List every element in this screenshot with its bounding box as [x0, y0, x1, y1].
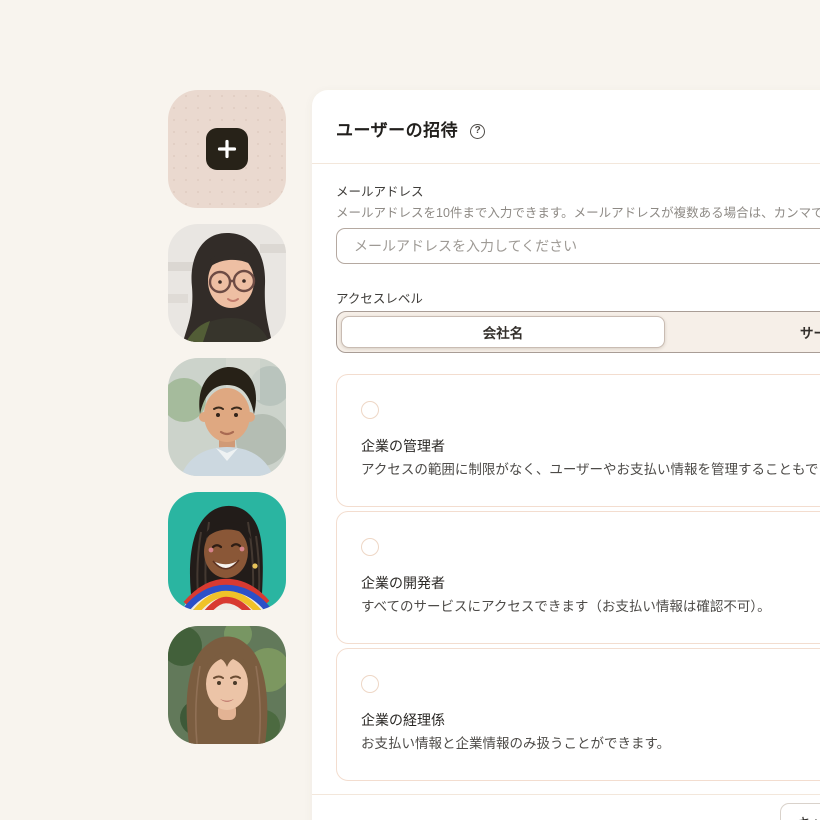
- option-company-accountant[interactable]: 企業の経理係 お支払い情報と企業情報のみ扱うことができます。: [336, 648, 820, 781]
- header-divider: [312, 163, 820, 164]
- option-company-developer[interactable]: 企業の開発者 すべてのサービスにアクセスできます（お支払い情報は確認不可）。: [336, 511, 820, 644]
- page-background: ユーザーの招待 ? メールアドレス メールアドレスを10件まで入力できます。メー…: [0, 0, 820, 820]
- radio-company-admin[interactable]: [361, 401, 379, 419]
- option-description: すべてのサービスにアクセスできます（お支払い情報は確認不可）。: [361, 597, 820, 617]
- option-description: アクセスの範囲に制限がなく、ユーザーやお支払い情報を管理することもできます。: [361, 460, 820, 480]
- tab-company[interactable]: 会社名: [341, 316, 665, 348]
- tab-service[interactable]: サービス: [665, 316, 820, 348]
- org-sidebar: [168, 90, 286, 744]
- cancel-button[interactable]: キャンセル: [780, 803, 820, 820]
- option-description: お支払い情報と企業情報のみ扱うことができます。: [361, 734, 820, 754]
- plus-icon: [206, 128, 248, 170]
- email-input[interactable]: [336, 228, 820, 264]
- option-company-admin[interactable]: 企業の管理者 アクセスの範囲に制限がなく、ユーザーやお支払い情報を管理することも…: [336, 374, 820, 507]
- option-title: 企業の開発者: [361, 573, 820, 593]
- help-icon[interactable]: ?: [470, 124, 485, 139]
- avatar-man-office[interactable]: [168, 358, 286, 476]
- invite-user-dialog: ユーザーの招待 ? メールアドレス メールアドレスを10件まで入力できます。メー…: [312, 90, 820, 820]
- access-level-tabs: 会社名 サービス: [336, 311, 820, 353]
- dialog-header: ユーザーの招待 ?: [312, 90, 820, 163]
- option-title: 企業の経理係: [361, 710, 820, 730]
- option-title: 企業の管理者: [361, 436, 820, 456]
- footer-divider: [312, 794, 820, 795]
- avatar-woman-with-glasses[interactable]: [168, 224, 286, 342]
- page-title: ユーザーの招待: [336, 118, 458, 144]
- email-label: メールアドレス: [336, 184, 820, 200]
- avatar-woman-brown-hair[interactable]: [168, 626, 286, 744]
- add-organization-button[interactable]: [168, 90, 286, 208]
- avatar-woman-braids-teal[interactable]: [168, 492, 286, 610]
- email-helper-text: メールアドレスを10件まで入力できます。メールアドレスが複数ある場合は、カンマで…: [336, 205, 820, 222]
- radio-company-developer[interactable]: [361, 538, 379, 556]
- access-role-options: 企業の管理者 アクセスの範囲に制限がなく、ユーザーやお支払い情報を管理することも…: [336, 374, 820, 781]
- access-level-label: アクセスレベル: [336, 291, 820, 307]
- radio-company-accountant[interactable]: [361, 675, 379, 693]
